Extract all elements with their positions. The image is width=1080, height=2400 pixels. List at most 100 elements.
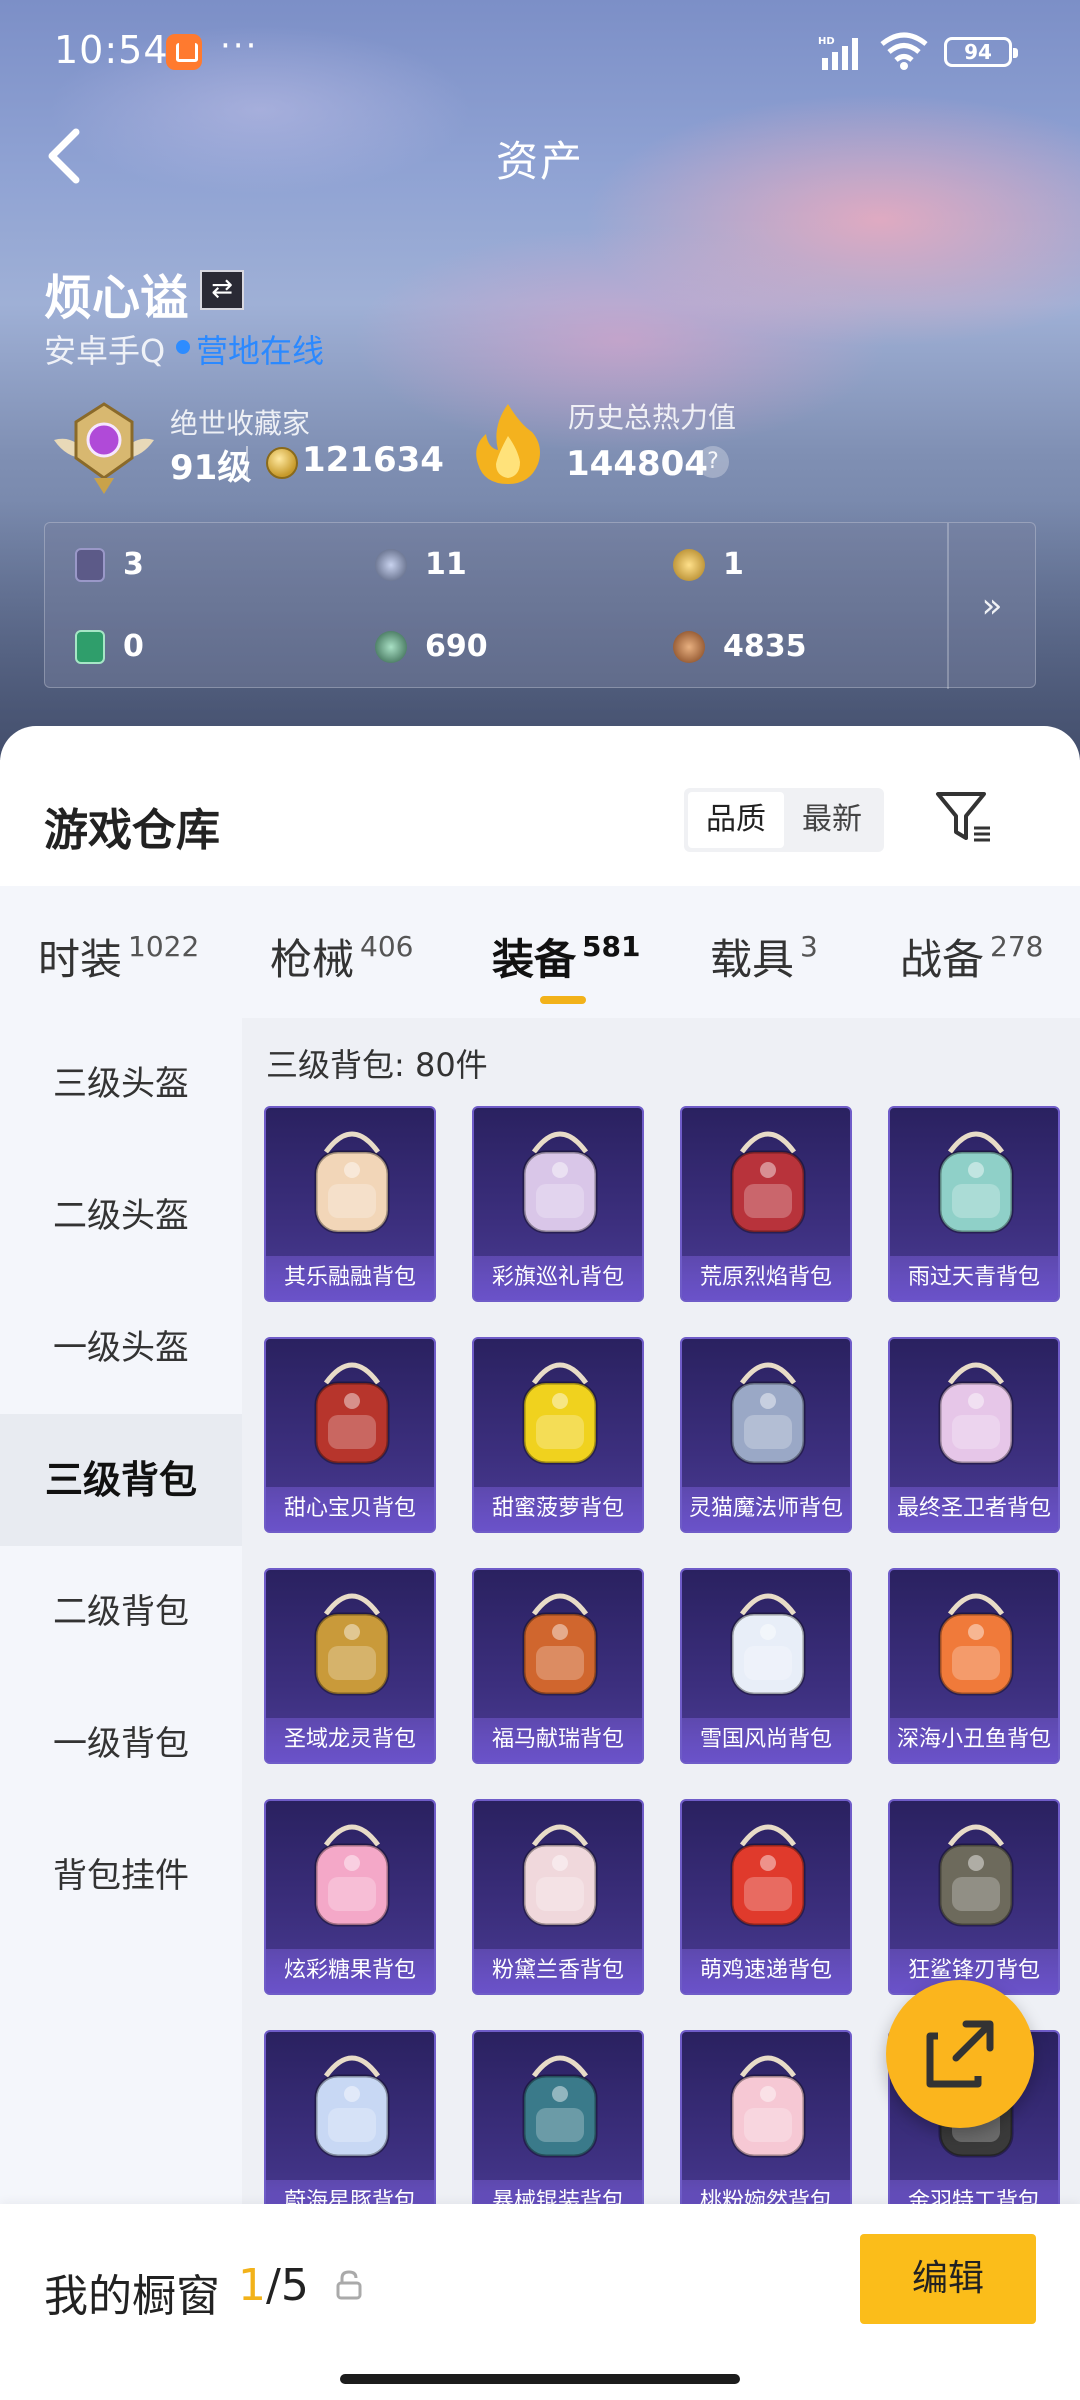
tab-count: 3 xyxy=(800,930,818,963)
tab-count: 278 xyxy=(990,930,1044,963)
item-card[interactable]: 蔚海星豚背包 xyxy=(264,2030,436,2226)
fire-icon xyxy=(476,404,540,484)
item-card[interactable]: 粉黛兰香背包 xyxy=(472,1799,644,1995)
sort-toggle: 品质 最新 xyxy=(684,788,884,852)
item-card[interactable]: 萌鸡速递背包 xyxy=(680,1799,852,1995)
stat-item: 4835 xyxy=(673,629,807,664)
item-card[interactable]: 圣域龙灵背包 xyxy=(264,1568,436,1764)
item-name: 最终圣卫者背包 xyxy=(890,1487,1058,1531)
sidebar-item-lv1-backpack[interactable]: 一级背包 xyxy=(0,1678,242,1810)
stat-value: 4835 xyxy=(723,629,807,664)
status-bar: 10:54 ··· HD 94 xyxy=(0,0,1080,100)
home-indicator[interactable] xyxy=(340,2374,740,2384)
item-card[interactable]: 炫彩糖果背包 xyxy=(264,1799,436,1995)
stat-value: 1 xyxy=(723,547,744,582)
sort-newest-button[interactable]: 最新 xyxy=(784,792,880,848)
item-card[interactable]: 雨过天青背包 xyxy=(888,1106,1060,1302)
filter-icon[interactable] xyxy=(934,788,994,848)
item-card[interactable]: 深海小丑鱼背包 xyxy=(888,1568,1060,1764)
online-status[interactable]: 营地在线 xyxy=(196,326,324,372)
backpack-icon xyxy=(938,1593,1014,1696)
tab-count: 1022 xyxy=(128,930,200,963)
item-name: 圣域龙灵背包 xyxy=(266,1718,434,1762)
showcase-label: 我的橱窗 xyxy=(44,2271,220,2322)
item-name: 甜蜜菠萝背包 xyxy=(474,1487,642,1531)
heat-title: 历史总热力值 xyxy=(568,401,737,434)
collector-rank-badge-icon[interactable] xyxy=(48,400,160,496)
coin-icon xyxy=(266,447,298,479)
stat-value: 11 xyxy=(425,547,467,582)
edit-button[interactable]: 编辑 xyxy=(860,2234,1036,2324)
share-icon xyxy=(926,2020,994,2088)
item-card[interactable]: 狂鲨锋刃背包 xyxy=(888,1799,1060,1995)
gem-icon xyxy=(375,630,407,663)
tab-vehicles[interactable]: 载具 3 xyxy=(710,926,818,987)
item-name: 荒原烈焰背包 xyxy=(682,1256,850,1300)
help-icon[interactable]: ? xyxy=(697,446,729,478)
clock: 10:54 xyxy=(54,28,169,72)
item-name: 粉黛兰香背包 xyxy=(474,1949,642,1993)
item-name: 雨过天青背包 xyxy=(890,1256,1058,1300)
backpack-icon xyxy=(938,1131,1014,1234)
bronze-coin-icon xyxy=(673,630,705,663)
item-card[interactable]: 荒原烈焰背包 xyxy=(680,1106,852,1302)
item-name: 甜心宝贝背包 xyxy=(266,1487,434,1531)
tab-fashion[interactable]: 时装 1022 xyxy=(38,926,199,987)
item-card[interactable]: 甜蜜菠萝背包 xyxy=(472,1337,644,1533)
section-label: 三级背包: 80件 xyxy=(266,1046,488,1084)
item-card[interactable]: 甜心宝贝背包 xyxy=(264,1337,436,1533)
item-card[interactable]: 雪国风尚背包 xyxy=(680,1568,852,1764)
item-name: 其乐融融背包 xyxy=(266,1256,434,1300)
divider xyxy=(246,446,248,480)
backpack-icon xyxy=(730,1131,806,1234)
more-notifications-icon: ··· xyxy=(220,26,259,66)
stat-item: 0 xyxy=(75,629,144,664)
stat-item: 690 xyxy=(375,629,488,664)
item-card[interactable]: 暴械锟装背包 xyxy=(472,2030,644,2226)
backpack-icon xyxy=(730,2055,806,2158)
heat-value: 144804 xyxy=(566,444,708,484)
sidebar-item-lv3-helmet[interactable]: 三级头盔 xyxy=(0,1018,242,1150)
item-name: 彩旗巡礼背包 xyxy=(474,1256,642,1300)
sort-quality-button[interactable]: 品质 xyxy=(688,792,784,848)
asset-stats-panel[interactable]: 3 11 1 0 690 4835 » xyxy=(44,522,1036,689)
showcase-bar: 我的橱窗 1/5 编辑 xyxy=(0,2204,1080,2400)
svg-text:HD: HD xyxy=(818,36,835,47)
wifi-icon xyxy=(880,32,928,70)
item-card[interactable]: 灵猫魔法师背包 xyxy=(680,1337,852,1533)
backpack-icon xyxy=(730,1824,806,1927)
share-button[interactable] xyxy=(886,1980,1034,2128)
sidebar-item-backpack-charm[interactable]: 背包挂件 xyxy=(0,1810,242,1942)
item-name: 深海小丑鱼背包 xyxy=(890,1718,1058,1762)
sidebar-item-lv2-helmet[interactable]: 二级头盔 xyxy=(0,1150,242,1282)
tab-equipment[interactable]: 装备 581 xyxy=(492,926,640,987)
item-card[interactable]: 最终圣卫者背包 xyxy=(888,1337,1060,1533)
rank-title: 绝世收藏家 xyxy=(170,407,311,440)
switch-account-icon[interactable]: ⇄ xyxy=(200,270,244,310)
backpack-icon xyxy=(730,1362,806,1465)
backpack-icon xyxy=(522,2055,598,2158)
tab-label: 枪械 xyxy=(270,935,355,984)
medal-icon xyxy=(375,548,407,581)
expand-stats-button[interactable]: » xyxy=(947,523,1035,689)
app-notification-icon xyxy=(166,34,202,70)
battery-icon: 94 xyxy=(944,37,1018,67)
tab-label: 时装 xyxy=(38,935,123,984)
sidebar-item-lv3-backpack[interactable]: 三级背包 xyxy=(0,1414,242,1546)
backpack-icon xyxy=(522,1362,598,1465)
item-card[interactable]: 桃粉婉然背包 xyxy=(680,2030,852,2226)
item-card[interactable]: 彩旗巡礼背包 xyxy=(472,1106,644,1302)
sidebar-item-lv2-backpack[interactable]: 二级背包 xyxy=(0,1546,242,1678)
tab-guns[interactable]: 枪械 406 xyxy=(270,926,413,987)
item-card[interactable]: 其乐融融背包 xyxy=(264,1106,436,1302)
item-card[interactable]: 福马献瑞背包 xyxy=(472,1568,644,1764)
tab-gear[interactable]: 战备 278 xyxy=(900,926,1043,987)
item-grid-area: 三级背包: 80件 其乐融融背包 彩旗巡礼背包 荒原烈焰背包 雨过天青背包甜心宝贝背包… xyxy=(242,1018,1080,2400)
showcase-total: /5 xyxy=(266,2260,309,2311)
gold-token-icon xyxy=(673,548,705,581)
sidebar-item-lv1-helmet[interactable]: 一级头盔 xyxy=(0,1282,242,1414)
backpack-icon xyxy=(522,1824,598,1927)
backpack-icon xyxy=(314,1824,390,1927)
stat-value: 0 xyxy=(123,629,144,664)
card-icon xyxy=(75,547,105,582)
